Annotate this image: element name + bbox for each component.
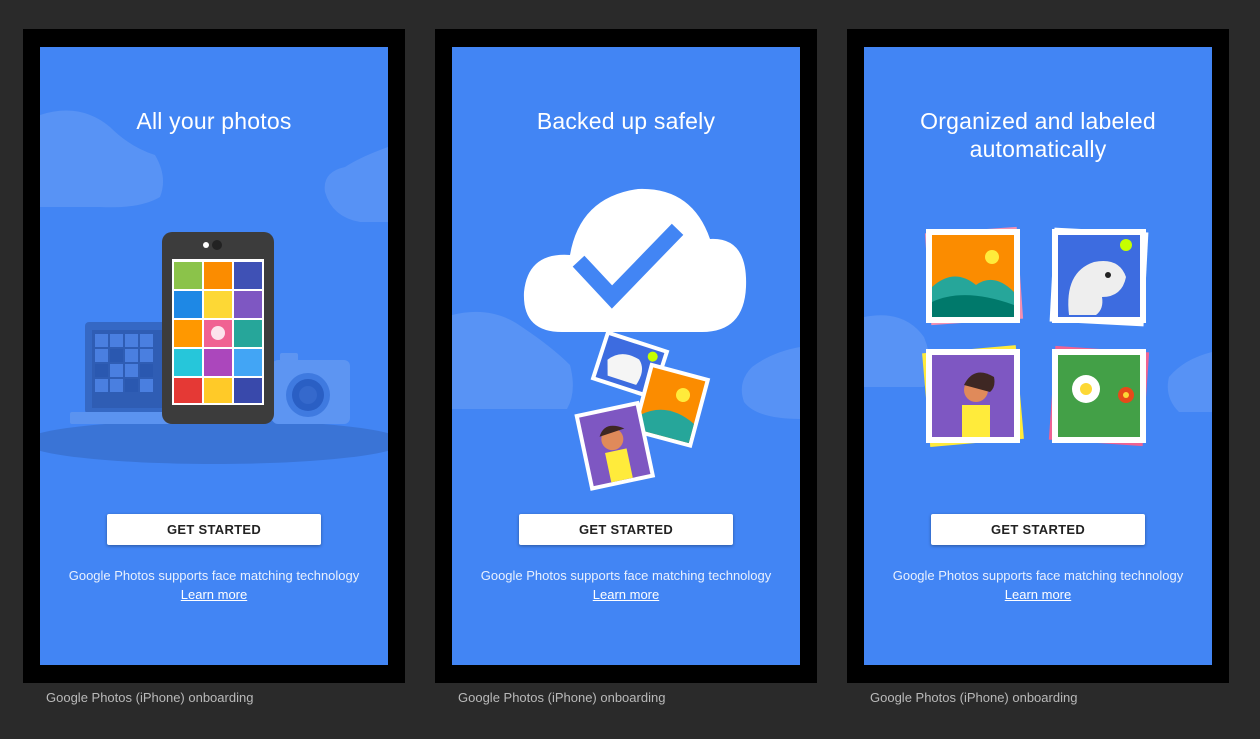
get-started-button[interactable]: GET STARTED [519, 514, 733, 545]
cloud-check-icon [523, 188, 747, 332]
screenshot-caption: Google Photos (iPhone) onboarding [870, 690, 1078, 705]
note-text: Google Photos supports face matching tec… [892, 568, 1184, 583]
face-matching-note: Google Photos supports face matching tec… [60, 566, 368, 604]
flower-album-icon [1048, 345, 1150, 447]
cloud-icon [324, 147, 388, 222]
screen-title: All your photos [136, 108, 292, 134]
screenshot-caption: Google Photos (iPhone) onboarding [458, 690, 666, 705]
screenshot-caption: Google Photos (iPhone) onboarding [46, 690, 254, 705]
ground-shadow [40, 420, 388, 464]
cloud-icon [1167, 352, 1212, 412]
cloud-icon [741, 347, 800, 419]
onboarding-card-2: Backed up safely GET STARTED Google Phot… [435, 29, 817, 683]
camera-icon [272, 353, 350, 424]
screen-title: Organized and labeled automatically [920, 108, 1156, 162]
learn-more-link[interactable]: Learn more [1005, 587, 1071, 602]
note-text: Google Photos supports face matching tec… [68, 568, 360, 583]
learn-more-link[interactable]: Learn more [593, 587, 659, 602]
onboarding-card-3: Organized and labeled automatically GET … [847, 29, 1229, 683]
smartphone-icon [162, 232, 274, 424]
onboarding-screen-2: Backed up safely GET STARTED Google Phot… [452, 47, 800, 665]
dog-album-icon [1049, 227, 1149, 327]
get-started-button[interactable]: GET STARTED [931, 514, 1145, 545]
screen-title: Backed up safely [536, 108, 716, 134]
face-matching-note: Google Photos supports face matching tec… [884, 566, 1192, 604]
cloud-icon [864, 315, 930, 387]
learn-more-link[interactable]: Learn more [181, 587, 247, 602]
get-started-button[interactable]: GET STARTED [107, 514, 321, 545]
face-matching-note: Google Photos supports face matching tec… [472, 566, 780, 604]
portrait-album-icon [922, 345, 1024, 448]
landscape-album-icon [924, 226, 1024, 326]
onboarding-card-1: All your photos GET STARTED Google Photo… [23, 29, 405, 683]
onboarding-screen-3: Organized and labeled automatically GET … [864, 47, 1212, 665]
note-text: Google Photos supports face matching tec… [480, 568, 772, 583]
onboarding-screen-1: All your photos GET STARTED Google Photo… [40, 47, 388, 665]
